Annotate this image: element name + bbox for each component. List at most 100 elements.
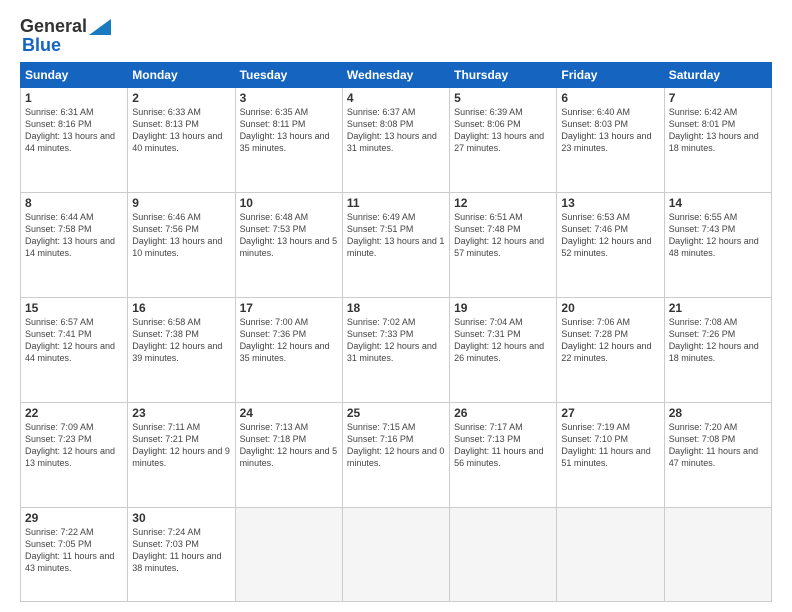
day-cell-13: 13Sunrise: 6:53 AMSunset: 7:46 PMDayligh… — [557, 192, 664, 297]
logo-general: General — [20, 16, 87, 37]
day-info: Sunrise: 6:40 AMSunset: 8:03 PMDaylight:… — [561, 106, 659, 155]
day-number: 17 — [240, 301, 338, 315]
day-info: Sunrise: 6:49 AMSunset: 7:51 PMDaylight:… — [347, 211, 445, 260]
day-info: Sunrise: 7:20 AMSunset: 7:08 PMDaylight:… — [669, 421, 767, 470]
day-number: 27 — [561, 406, 659, 420]
day-info: Sunrise: 6:42 AMSunset: 8:01 PMDaylight:… — [669, 106, 767, 155]
day-number: 4 — [347, 91, 445, 105]
day-info: Sunrise: 6:48 AMSunset: 7:53 PMDaylight:… — [240, 211, 338, 260]
day-number: 26 — [454, 406, 552, 420]
empty-cell — [342, 507, 449, 601]
day-number: 2 — [132, 91, 230, 105]
day-cell-3: 3Sunrise: 6:35 AMSunset: 8:11 PMDaylight… — [235, 88, 342, 193]
week-row-1: 1Sunrise: 6:31 AMSunset: 8:16 PMDaylight… — [21, 88, 772, 193]
day-info: Sunrise: 6:53 AMSunset: 7:46 PMDaylight:… — [561, 211, 659, 260]
logo: General Blue — [20, 16, 111, 56]
day-header-sunday: Sunday — [21, 63, 128, 88]
day-info: Sunrise: 7:24 AMSunset: 7:03 PMDaylight:… — [132, 526, 230, 575]
day-cell-25: 25Sunrise: 7:15 AMSunset: 7:16 PMDayligh… — [342, 402, 449, 507]
day-cell-23: 23Sunrise: 7:11 AMSunset: 7:21 PMDayligh… — [128, 402, 235, 507]
day-info: Sunrise: 7:00 AMSunset: 7:36 PMDaylight:… — [240, 316, 338, 365]
day-number: 6 — [561, 91, 659, 105]
day-info: Sunrise: 6:37 AMSunset: 8:08 PMDaylight:… — [347, 106, 445, 155]
page: General Blue SundayMondayTuesdayWednesda… — [0, 0, 792, 612]
day-info: Sunrise: 6:55 AMSunset: 7:43 PMDaylight:… — [669, 211, 767, 260]
empty-cell — [235, 507, 342, 601]
day-number: 29 — [25, 511, 123, 525]
day-number: 12 — [454, 196, 552, 210]
day-cell-19: 19Sunrise: 7:04 AMSunset: 7:31 PMDayligh… — [450, 297, 557, 402]
day-header-tuesday: Tuesday — [235, 63, 342, 88]
day-number: 22 — [25, 406, 123, 420]
day-header-thursday: Thursday — [450, 63, 557, 88]
day-cell-26: 26Sunrise: 7:17 AMSunset: 7:13 PMDayligh… — [450, 402, 557, 507]
day-info: Sunrise: 6:58 AMSunset: 7:38 PMDaylight:… — [132, 316, 230, 365]
day-info: Sunrise: 6:31 AMSunset: 8:16 PMDaylight:… — [25, 106, 123, 155]
day-number: 28 — [669, 406, 767, 420]
day-cell-30: 30Sunrise: 7:24 AMSunset: 7:03 PMDayligh… — [128, 507, 235, 601]
day-number: 16 — [132, 301, 230, 315]
day-header-wednesday: Wednesday — [342, 63, 449, 88]
day-cell-20: 20Sunrise: 7:06 AMSunset: 7:28 PMDayligh… — [557, 297, 664, 402]
day-header-friday: Friday — [557, 63, 664, 88]
day-cell-9: 9Sunrise: 6:46 AMSunset: 7:56 PMDaylight… — [128, 192, 235, 297]
day-number: 23 — [132, 406, 230, 420]
day-number: 30 — [132, 511, 230, 525]
day-cell-22: 22Sunrise: 7:09 AMSunset: 7:23 PMDayligh… — [21, 402, 128, 507]
day-cell-4: 4Sunrise: 6:37 AMSunset: 8:08 PMDaylight… — [342, 88, 449, 193]
day-number: 21 — [669, 301, 767, 315]
day-cell-8: 8Sunrise: 6:44 AMSunset: 7:58 PMDaylight… — [21, 192, 128, 297]
day-cell-17: 17Sunrise: 7:00 AMSunset: 7:36 PMDayligh… — [235, 297, 342, 402]
day-info: Sunrise: 6:51 AMSunset: 7:48 PMDaylight:… — [454, 211, 552, 260]
day-info: Sunrise: 6:33 AMSunset: 8:13 PMDaylight:… — [132, 106, 230, 155]
day-number: 7 — [669, 91, 767, 105]
day-cell-7: 7Sunrise: 6:42 AMSunset: 8:01 PMDaylight… — [664, 88, 771, 193]
day-cell-14: 14Sunrise: 6:55 AMSunset: 7:43 PMDayligh… — [664, 192, 771, 297]
day-cell-1: 1Sunrise: 6:31 AMSunset: 8:16 PMDaylight… — [21, 88, 128, 193]
empty-cell — [664, 507, 771, 601]
day-cell-10: 10Sunrise: 6:48 AMSunset: 7:53 PMDayligh… — [235, 192, 342, 297]
day-number: 8 — [25, 196, 123, 210]
day-cell-24: 24Sunrise: 7:13 AMSunset: 7:18 PMDayligh… — [235, 402, 342, 507]
empty-cell — [450, 507, 557, 601]
day-info: Sunrise: 7:13 AMSunset: 7:18 PMDaylight:… — [240, 421, 338, 470]
day-cell-29: 29Sunrise: 7:22 AMSunset: 7:05 PMDayligh… — [21, 507, 128, 601]
day-info: Sunrise: 6:35 AMSunset: 8:11 PMDaylight:… — [240, 106, 338, 155]
day-info: Sunrise: 7:22 AMSunset: 7:05 PMDaylight:… — [25, 526, 123, 575]
logo-icon — [89, 19, 111, 35]
week-row-4: 22Sunrise: 7:09 AMSunset: 7:23 PMDayligh… — [21, 402, 772, 507]
empty-cell — [557, 507, 664, 601]
day-info: Sunrise: 7:02 AMSunset: 7:33 PMDaylight:… — [347, 316, 445, 365]
calendar: SundayMondayTuesdayWednesdayThursdayFrid… — [20, 62, 772, 602]
logo-blue: Blue — [22, 35, 61, 56]
day-cell-21: 21Sunrise: 7:08 AMSunset: 7:26 PMDayligh… — [664, 297, 771, 402]
week-row-5: 29Sunrise: 7:22 AMSunset: 7:05 PMDayligh… — [21, 507, 772, 601]
day-info: Sunrise: 6:46 AMSunset: 7:56 PMDaylight:… — [132, 211, 230, 260]
day-number: 5 — [454, 91, 552, 105]
day-number: 11 — [347, 196, 445, 210]
day-info: Sunrise: 6:57 AMSunset: 7:41 PMDaylight:… — [25, 316, 123, 365]
day-info: Sunrise: 7:04 AMSunset: 7:31 PMDaylight:… — [454, 316, 552, 365]
day-info: Sunrise: 7:08 AMSunset: 7:26 PMDaylight:… — [669, 316, 767, 365]
day-cell-5: 5Sunrise: 6:39 AMSunset: 8:06 PMDaylight… — [450, 88, 557, 193]
day-number: 13 — [561, 196, 659, 210]
day-cell-2: 2Sunrise: 6:33 AMSunset: 8:13 PMDaylight… — [128, 88, 235, 193]
day-info: Sunrise: 7:15 AMSunset: 7:16 PMDaylight:… — [347, 421, 445, 470]
day-cell-12: 12Sunrise: 6:51 AMSunset: 7:48 PMDayligh… — [450, 192, 557, 297]
day-info: Sunrise: 7:06 AMSunset: 7:28 PMDaylight:… — [561, 316, 659, 365]
day-number: 20 — [561, 301, 659, 315]
day-number: 3 — [240, 91, 338, 105]
day-number: 25 — [347, 406, 445, 420]
day-info: Sunrise: 7:11 AMSunset: 7:21 PMDaylight:… — [132, 421, 230, 470]
day-number: 1 — [25, 91, 123, 105]
day-number: 15 — [25, 301, 123, 315]
day-number: 9 — [132, 196, 230, 210]
day-header-saturday: Saturday — [664, 63, 771, 88]
day-info: Sunrise: 7:19 AMSunset: 7:10 PMDaylight:… — [561, 421, 659, 470]
header: General Blue — [20, 16, 772, 56]
day-number: 14 — [669, 196, 767, 210]
day-cell-6: 6Sunrise: 6:40 AMSunset: 8:03 PMDaylight… — [557, 88, 664, 193]
day-info: Sunrise: 6:44 AMSunset: 7:58 PMDaylight:… — [25, 211, 123, 260]
day-number: 24 — [240, 406, 338, 420]
week-row-3: 15Sunrise: 6:57 AMSunset: 7:41 PMDayligh… — [21, 297, 772, 402]
